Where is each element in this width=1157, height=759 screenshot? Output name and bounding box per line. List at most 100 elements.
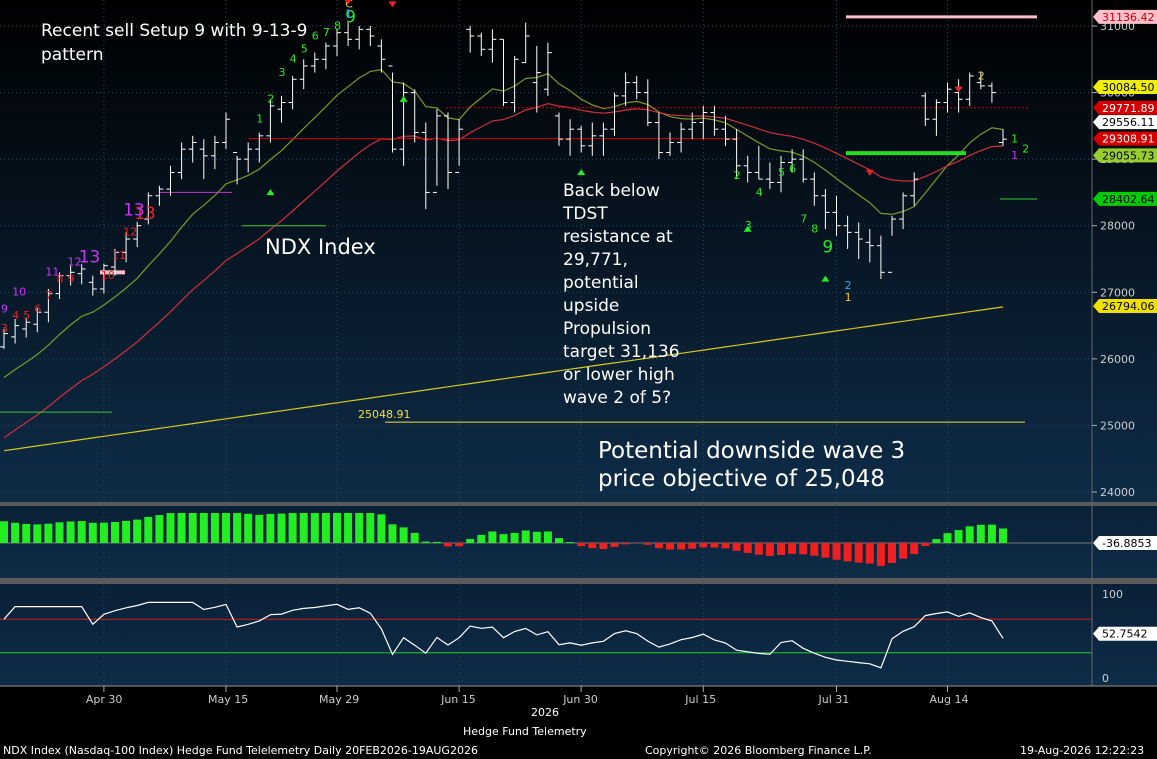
price-tag-label: 29055.73 — [1102, 149, 1155, 162]
chart-canvas: 123456 78 9C134 5678 9 1011121391011121313234… — [0, 0, 1157, 757]
price-tick-label: 26000 — [1100, 353, 1135, 366]
date-tick-label: Jul 31 — [818, 693, 850, 706]
panel-divider-2[interactable] — [0, 578, 1157, 584]
price-tag-label: 26794.06 — [1102, 300, 1155, 313]
histogram-bar — [865, 543, 874, 564]
setup-count: 10 — [101, 269, 115, 282]
histogram-bar — [954, 530, 963, 543]
histogram-bar — [477, 534, 486, 543]
histogram-bar — [99, 522, 108, 543]
setup-count: 9 — [68, 272, 75, 285]
price-tag: 29055.73 — [1093, 148, 1157, 163]
histogram-bar — [388, 524, 397, 543]
histogram-bar — [288, 513, 297, 543]
histogram-bar — [499, 534, 508, 543]
histogram-bar — [255, 514, 264, 543]
date-tick-label: Apr 30 — [86, 693, 123, 706]
histogram-bar — [377, 514, 386, 543]
tdst-note-line: 29,771, — [563, 250, 628, 270]
histogram-bar — [188, 513, 197, 543]
histogram-bar — [910, 543, 919, 555]
date-tick-label: Jun 15 — [440, 693, 476, 706]
setup-count: 8 — [811, 222, 818, 235]
setup-count: 4 — [756, 186, 763, 199]
histogram-bar — [821, 543, 830, 558]
histogram-bar — [976, 524, 985, 543]
price-tag-label: 29771.89 — [1102, 102, 1155, 115]
panel-divider-1[interactable] — [0, 502, 1157, 506]
histogram-bar — [754, 543, 763, 555]
histogram-bar — [854, 543, 863, 563]
setup-count: 1 — [345, 7, 352, 20]
footer-right: 19-Aug-2026 12:22:23 — [1020, 744, 1144, 757]
histogram-bar — [88, 522, 97, 543]
price-tag-label: 29556.11 — [1102, 116, 1155, 129]
date-tick-label: Jul 15 — [684, 693, 716, 706]
setup-count: 6 — [34, 302, 41, 315]
setup-count: 13 — [79, 247, 101, 267]
histogram-bar — [599, 543, 608, 550]
histogram-bar — [732, 543, 741, 551]
date-tick-label: Jun 30 — [562, 693, 598, 706]
histogram-bar — [366, 513, 375, 543]
histogram-bar — [44, 523, 53, 543]
histogram-bar — [155, 515, 164, 543]
setup-count: 4 — [290, 53, 297, 66]
price-tick-label: 25000 — [1100, 419, 1135, 432]
price-tag-label: 28402.64 — [1102, 193, 1155, 206]
histogram-bar — [621, 543, 630, 545]
histogram-bar — [133, 519, 142, 543]
date-tick-label: May 15 — [208, 693, 248, 706]
histogram-bar — [532, 531, 541, 543]
date-tick-label: May 29 — [319, 693, 359, 706]
setup-count: 12 — [123, 226, 137, 239]
footer-left: NDX Index (Nasdaq-100 Index) Hedge Fund … — [3, 744, 478, 757]
date-axis: Apr 30 May 15 May 29 Jun 15 Jun 30 Jul 15 Jul … — [86, 686, 969, 706]
histogram-bar — [444, 543, 452, 547]
price-tag-label: 29308.91 — [1102, 133, 1155, 146]
histogram-bar — [699, 543, 708, 548]
histogram-bar — [677, 543, 686, 550]
histogram-bar — [521, 530, 530, 543]
instrument-label: NDX Index — [265, 235, 376, 259]
histogram-bar — [144, 516, 153, 543]
histogram-bar — [510, 532, 519, 543]
setup-count: 7 — [323, 26, 330, 39]
price-tag: 26794.06 — [1093, 298, 1157, 313]
setup-note-line-2: pattern — [41, 45, 103, 65]
oscillator-tag-label: 52.7542 — [1102, 628, 1148, 641]
tdst-note-line: potential — [563, 273, 639, 293]
histogram-bar — [344, 513, 353, 543]
histogram-bar — [543, 531, 552, 543]
histogram-bar — [688, 543, 697, 549]
price-tag: 29556.11 — [1093, 115, 1157, 130]
price-tag-label: 30084.50 — [1102, 81, 1155, 94]
setup-count: 10 — [12, 286, 26, 299]
histogram-bar — [876, 543, 885, 566]
setup-note-line-1: Recent sell Setup 9 with 9-13-9 — [41, 21, 307, 41]
setup-count: 5 — [23, 309, 30, 322]
tdst-note-line: Propulsion — [563, 319, 651, 339]
histogram-bar — [410, 532, 419, 543]
setup-count: 1 — [256, 113, 263, 126]
histogram-bar — [421, 541, 430, 543]
histogram-bar — [799, 543, 808, 555]
tdst-note-line: target 31,136 — [563, 342, 680, 362]
histogram-bar — [743, 543, 752, 553]
histogram-bar — [999, 528, 1007, 543]
setup-count: 7 — [45, 289, 52, 302]
setup-count: 1 — [845, 291, 852, 304]
histogram-bar — [77, 521, 86, 543]
histogram-bar — [899, 543, 908, 559]
price-tag: 31136.42 — [1093, 9, 1157, 24]
histogram-bar — [0, 521, 8, 543]
setup-count: 6 — [789, 162, 796, 175]
histogram-bar — [122, 520, 131, 543]
histogram-bar — [810, 543, 819, 556]
histogram-bar — [432, 541, 441, 543]
histogram-bar — [610, 543, 619, 547]
setup-count: 5 — [301, 43, 308, 56]
date-tick-label: Aug 14 — [930, 693, 969, 706]
histogram-bar — [843, 543, 852, 562]
histogram-bar — [177, 513, 186, 543]
